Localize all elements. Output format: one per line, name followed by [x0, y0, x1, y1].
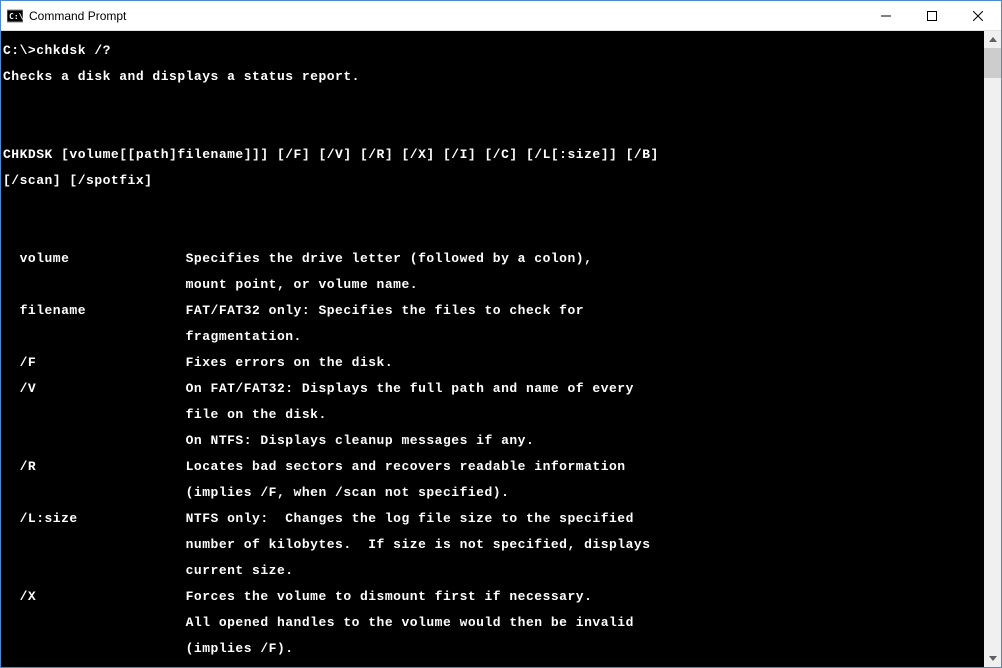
window-title: Command Prompt — [29, 9, 126, 23]
titlebar[interactable]: C:\ Command Prompt — [1, 1, 1001, 31]
scroll-down-button[interactable] — [984, 650, 1001, 667]
scrollbar-thumb[interactable] — [984, 48, 1001, 78]
command-prompt-window: C:\ Command Prompt C:\>chkdsk /? Checks … — [0, 0, 1002, 668]
vertical-scrollbar[interactable] — [984, 31, 1001, 667]
console-line: C:\>chkdsk /? — [3, 44, 984, 57]
minimize-button[interactable] — [863, 1, 909, 31]
console-line: fragmentation. — [3, 330, 984, 343]
console-line: (implies /F, when /scan not specified). — [3, 486, 984, 499]
console-line — [3, 226, 984, 239]
console-line — [3, 200, 984, 213]
cmd-icon: C:\ — [7, 8, 23, 24]
console-line: file on the disk. — [3, 408, 984, 421]
console-line: (implies /F). — [3, 642, 984, 655]
console-line: /F Fixes errors on the disk. — [3, 356, 984, 369]
console-line: All opened handles to the volume would t… — [3, 616, 984, 629]
console-line: number of kilobytes. If size is not spec… — [3, 538, 984, 551]
client-area: C:\>chkdsk /? Checks a disk and displays… — [1, 31, 1001, 667]
console-line — [3, 122, 984, 135]
console-line: Checks a disk and displays a status repo… — [3, 70, 984, 83]
console-line: [/scan] [/spotfix] — [3, 174, 984, 187]
console-line: /V On FAT/FAT32: Displays the full path … — [3, 382, 984, 395]
console-line: CHKDSK [volume[[path]filename]]] [/F] [/… — [3, 148, 984, 161]
console-line: filename FAT/FAT32 only: Specifies the f… — [3, 304, 984, 317]
maximize-button[interactable] — [909, 1, 955, 31]
console-output[interactable]: C:\>chkdsk /? Checks a disk and displays… — [1, 31, 984, 667]
console-line: On NTFS: Displays cleanup messages if an… — [3, 434, 984, 447]
scroll-up-button[interactable] — [984, 31, 1001, 48]
console-line: /L:size NTFS only: Changes the log file … — [3, 512, 984, 525]
close-button[interactable] — [955, 1, 1001, 31]
console-line: /R Locates bad sectors and recovers read… — [3, 460, 984, 473]
scrollbar-track[interactable] — [984, 48, 1001, 650]
console-line — [3, 96, 984, 109]
console-line: volume Specifies the drive letter (follo… — [3, 252, 984, 265]
svg-text:C:\: C:\ — [9, 12, 23, 21]
console-line: current size. — [3, 564, 984, 577]
console-line: mount point, or volume name. — [3, 278, 984, 291]
console-line: /X Forces the volume to dismount first i… — [3, 590, 984, 603]
